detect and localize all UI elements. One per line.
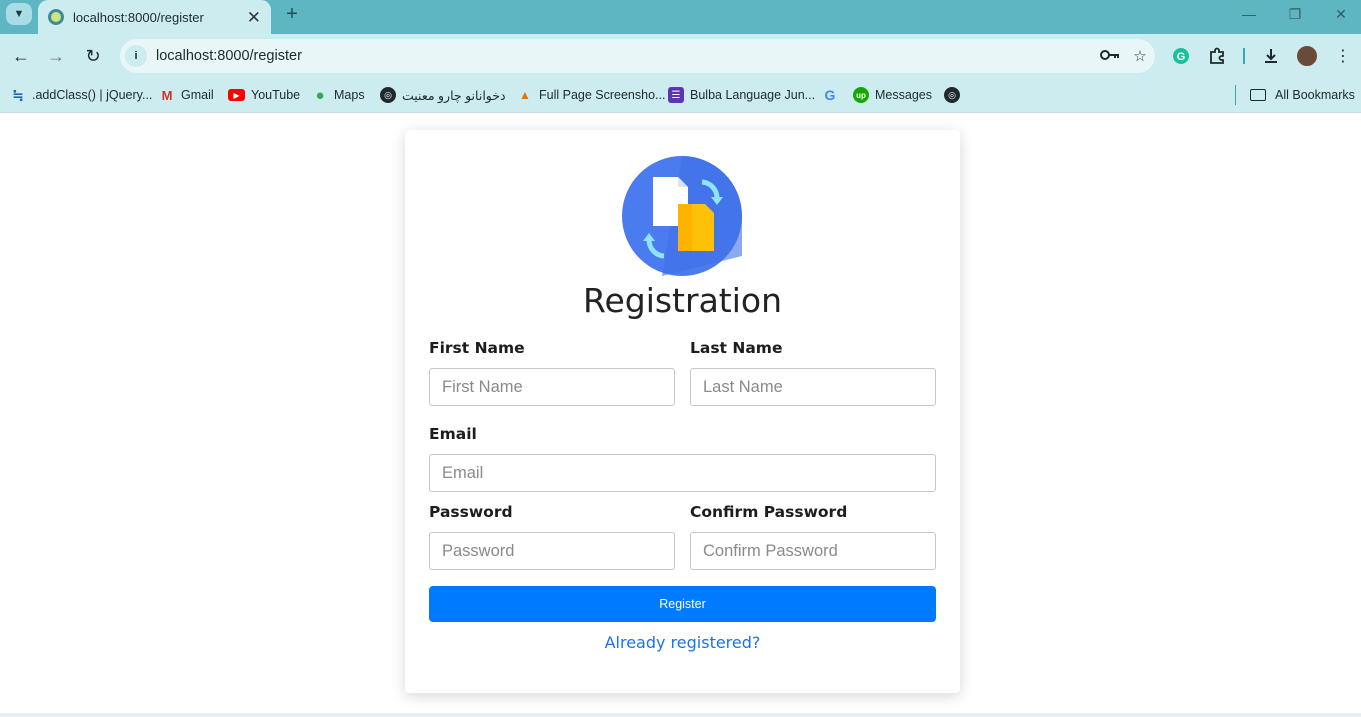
close-icon[interactable]: ✕ [247, 9, 261, 26]
bookmark-item[interactable]: ≒ .addClass() | jQuery... [10, 84, 152, 106]
first-name-label: First Name [429, 339, 525, 357]
app-logo-icon [622, 156, 742, 276]
reload-icon: ↻ [85, 45, 101, 66]
bookmarks-divider [1235, 85, 1236, 105]
grammarly-icon[interactable]: G [1169, 44, 1193, 68]
download-icon[interactable] [1259, 44, 1283, 68]
bookmark-item[interactable]: ◎ [944, 84, 966, 106]
star-icon[interactable]: ☆ [1125, 47, 1155, 65]
youtube-icon: ▶ [228, 89, 245, 101]
password-field[interactable] [429, 532, 675, 570]
bookmark-item[interactable]: ▲ Full Page Screensho... [517, 84, 665, 106]
bookmark-item[interactable]: M Gmail [159, 84, 214, 106]
arrow-left-icon: ← [12, 45, 30, 66]
gmail-icon: M [161, 87, 173, 103]
tab-strip: ▼ localhost:8000/register ✕ + — ❐ ✕ [0, 0, 1361, 34]
maps-icon: ● [315, 86, 325, 104]
url-text[interactable]: localhost:8000/register [156, 48, 1095, 64]
screenshot-icon: ▲ [519, 88, 531, 102]
page-title: Registration [583, 281, 782, 320]
google-icon: G [824, 87, 836, 103]
email-label: Email [429, 425, 477, 443]
browser-toolbar: ← → ↻ i localhost:8000/register ☆ G ⋮ [0, 34, 1361, 78]
profile-avatar[interactable] [1295, 44, 1319, 68]
site-info-icon[interactable]: i [125, 45, 147, 67]
bookmark-item[interactable]: ◎ دخوانانو چارو معنیت [380, 84, 506, 106]
last-name-label: Last Name [690, 339, 783, 357]
new-tab-button[interactable]: + [281, 3, 303, 25]
restore-icon: ❐ [1288, 5, 1302, 22]
plus-icon: + [286, 2, 298, 25]
tab-active[interactable]: localhost:8000/register ✕ [38, 0, 271, 34]
forward-button[interactable]: → [42, 42, 70, 70]
site-favicon-icon [48, 9, 64, 25]
close-icon: ✕ [1335, 5, 1347, 22]
reload-button[interactable]: ↻ [79, 42, 107, 70]
chevron-down-icon: ▼ [13, 8, 25, 20]
password-label: Password [429, 503, 513, 521]
bookmarks-bar: ≒ .addClass() | jQuery... M Gmail ▶ YouT… [0, 78, 1361, 113]
restore-button[interactable]: ❐ [1275, 4, 1315, 24]
menu-kebab-icon[interactable]: ⋮ [1331, 44, 1355, 68]
confirm-password-field[interactable] [690, 532, 936, 570]
email-field[interactable] [429, 454, 936, 492]
bookmark-label: .addClass() | jQuery... [32, 88, 153, 102]
upwork-icon: up [853, 87, 869, 103]
window-bottom-edge [0, 713, 1361, 717]
address-bar[interactable]: i localhost:8000/register ☆ [120, 39, 1155, 73]
minimize-icon: — [1242, 6, 1256, 22]
list-icon: ☰ [668, 87, 684, 103]
jquery-icon: ≒ [12, 86, 24, 103]
registration-card: Registration First Name Last Name Email … [405, 130, 960, 693]
folder-icon [1250, 89, 1266, 101]
last-name-field[interactable] [690, 368, 936, 406]
confirm-password-label: Confirm Password [690, 503, 848, 521]
bookmark-item[interactable]: ● Maps [312, 84, 365, 106]
globe-icon: ◎ [944, 87, 960, 103]
svg-text:G: G [1177, 51, 1186, 63]
arrow-right-icon: → [47, 45, 65, 66]
bookmark-label: Messages [875, 88, 932, 102]
already-registered-link[interactable]: Already registered? [405, 633, 960, 652]
bookmark-item[interactable]: ☰ Bulba Language Jun... [668, 84, 815, 106]
bookmark-label: دخوانانو چارو معنیت [402, 88, 506, 103]
bookmark-label: Maps [334, 88, 365, 102]
bookmark-label: Gmail [181, 88, 214, 102]
bookmark-label: Full Page Screensho... [539, 88, 666, 102]
minimize-button[interactable]: — [1229, 4, 1269, 24]
globe-icon: ◎ [380, 87, 396, 103]
window-close-button[interactable]: ✕ [1321, 4, 1361, 24]
register-button[interactable]: Register [429, 586, 936, 622]
bookmark-item[interactable]: ▶ YouTube [228, 84, 300, 106]
all-bookmarks-label: All Bookmarks [1275, 88, 1355, 102]
tab-search-button[interactable]: ▼ [6, 3, 32, 25]
bookmark-item[interactable]: G [822, 84, 844, 106]
all-bookmarks-button[interactable]: All Bookmarks [1250, 84, 1355, 106]
extensions-icon[interactable] [1205, 44, 1229, 68]
back-button[interactable]: ← [7, 42, 35, 70]
first-name-field[interactable] [429, 368, 675, 406]
bookmark-label: YouTube [251, 88, 301, 102]
key-icon[interactable] [1095, 48, 1125, 65]
tab-title: localhost:8000/register [73, 9, 204, 25]
bookmark-label: Bulba Language Jun... [690, 88, 816, 102]
bookmark-item[interactable]: up Messages [853, 84, 932, 106]
toolbar-divider [1243, 48, 1245, 64]
